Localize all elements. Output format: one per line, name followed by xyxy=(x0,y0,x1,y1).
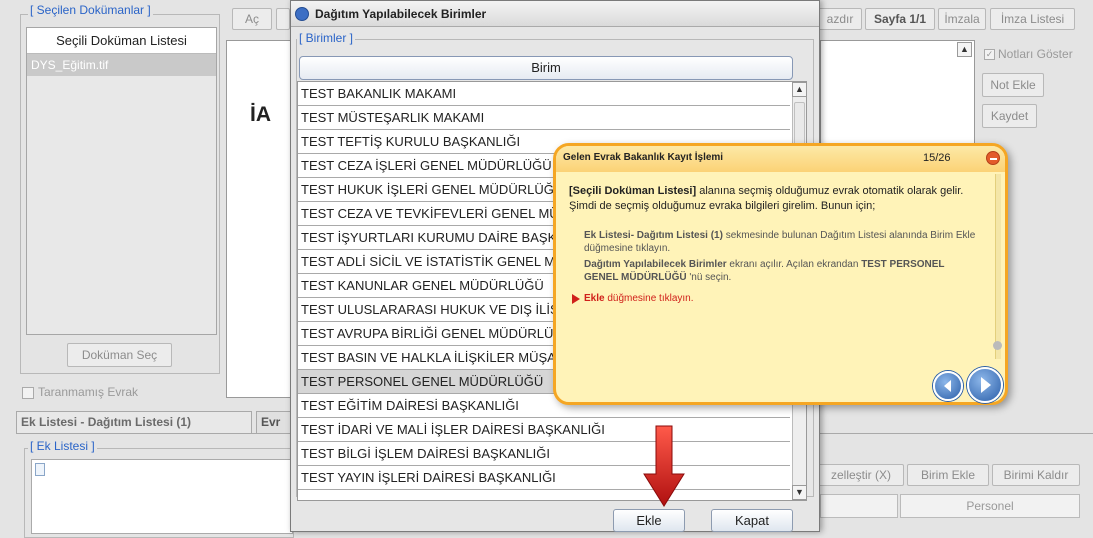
preview-scroll-up[interactable]: ▲ xyxy=(957,42,972,57)
add-note-button[interactable]: Not Ekle xyxy=(982,73,1044,97)
print-button[interactable]: azdır xyxy=(818,8,862,30)
customize-button[interactable]: zelleştir (X) xyxy=(818,464,904,486)
signature-list-button[interactable]: İmza Listesi xyxy=(990,8,1075,30)
document-icon xyxy=(35,463,45,476)
guide-back-icon[interactable] xyxy=(933,371,963,401)
units-scroll-up[interactable]: ▲ xyxy=(792,82,806,97)
attachment-list-legend: [ Ek Listesi ] xyxy=(28,439,97,453)
guide-step-2: Dağıtım Yapılabilecek Birimler ekranı aç… xyxy=(584,258,979,284)
selected-document-item[interactable]: DYS_Eğitim.tif xyxy=(27,54,216,76)
guide-scrollbar[interactable] xyxy=(995,174,1001,359)
guide-scroll-thumb[interactable] xyxy=(993,341,1002,350)
guide-step-1: Ek Listesi- Dağıtım Listesi (1) sekmesin… xyxy=(584,229,979,255)
guide-step-3-bold: Ekle xyxy=(584,293,605,304)
guide-step-3: Ekle düğmesine tıklayın. xyxy=(584,292,979,305)
guide-intro: [Seçili Doküman Listesi] alanına seçmiş … xyxy=(569,184,979,214)
dialog-titlebar: Dağıtım Yapılabilecek Birimler xyxy=(291,1,819,27)
guide-step-2-bold: Dağıtım Yapılabilecek Birimler xyxy=(584,259,727,270)
guide-step-2-text: ekranı açılır. Açılan ekrandan xyxy=(726,259,862,270)
attachment-list[interactable] xyxy=(31,459,293,534)
guide-step-counter: 15/26 xyxy=(923,152,951,164)
unit-row[interactable]: TEST BİLGİ İŞLEM DAİRESİ BAŞKANLIĞI xyxy=(298,442,790,466)
dialog-app-icon xyxy=(295,7,309,21)
guide-intro-bold: [Seçili Doküman Listesi] xyxy=(569,185,697,197)
unit-column-header xyxy=(820,494,898,518)
guide-step-2-rest: 'nü seçin. xyxy=(686,272,732,283)
add-button[interactable]: Ekle xyxy=(613,509,685,532)
guide-tooltip: Gelen Evrak Bakanlık Kayıt İşlemi 15/26 … xyxy=(553,143,1008,405)
select-document-button[interactable]: Doküman Seç xyxy=(67,343,172,367)
unit-row[interactable]: TEST MÜSTEŞARLIK MAKAMI xyxy=(298,106,790,130)
show-notes-checkbox[interactable]: ✓ xyxy=(984,49,995,60)
close-button[interactable]: Kapat xyxy=(711,509,793,532)
guide-step-3-text: düğmesine tıklayın. xyxy=(604,293,694,304)
guide-pointer-icon xyxy=(572,293,580,304)
tab-attachment-distribution[interactable]: Ek Listesi - Dağıtım Listesi (1) xyxy=(16,411,252,433)
units-scroll-down[interactable]: ▼ xyxy=(792,485,806,500)
save-button[interactable]: Kaydet xyxy=(982,104,1037,128)
dialog-title: Dağıtım Yapılabilecek Birimler xyxy=(315,7,487,21)
unit-row[interactable]: TEST İDARİ VE MALİ İŞLER DAİRESİ BAŞKANL… xyxy=(298,418,790,442)
add-unit-button[interactable]: Birim Ekle xyxy=(907,464,989,486)
personnel-column-header: Personel xyxy=(900,494,1080,518)
red-arrow-icon xyxy=(643,425,685,507)
show-notes-label: Notları Göster xyxy=(998,47,1073,61)
selected-documents-list[interactable]: Seçili Doküman Listesi DYS_Eğitim.tif xyxy=(26,27,217,335)
unscanned-label: Taranmamış Evrak xyxy=(38,385,139,399)
unit-column-header-button[interactable]: Birim xyxy=(299,56,793,80)
units-legend: [ Birimler ] xyxy=(297,31,355,45)
toolbar-button-hidden[interactable] xyxy=(276,8,290,30)
remove-unit-button[interactable]: Birimi Kaldır xyxy=(992,464,1080,486)
selected-documents-legend: [ Seçilen Dokümanlar ] xyxy=(28,3,153,17)
guide-step-1-bold: Ek Listesi- Dağıtım Listesi (1) xyxy=(584,230,723,241)
page-indicator: Sayfa 1/1 xyxy=(865,8,935,30)
document-preview xyxy=(226,40,293,398)
unit-row[interactable]: TEST YAYIN İŞLERİ DAİRESİ BAŞKANLIĞI xyxy=(298,466,790,490)
sign-button[interactable]: İmzala xyxy=(938,8,986,30)
open-button[interactable]: Aç xyxy=(232,8,272,30)
document-preview-text: İA xyxy=(250,103,271,126)
unit-row[interactable]: TEST BAKANLIK MAKAMI xyxy=(298,82,790,106)
guide-tooltip-title: Gelen Evrak Bakanlık Kayıt İşlemi xyxy=(563,152,724,163)
unscanned-checkbox[interactable] xyxy=(22,387,34,399)
guide-minimize-icon[interactable] xyxy=(986,151,1000,165)
selected-documents-list-header: Seçili Doküman Listesi xyxy=(27,28,216,54)
guide-next-icon[interactable] xyxy=(967,367,1003,403)
